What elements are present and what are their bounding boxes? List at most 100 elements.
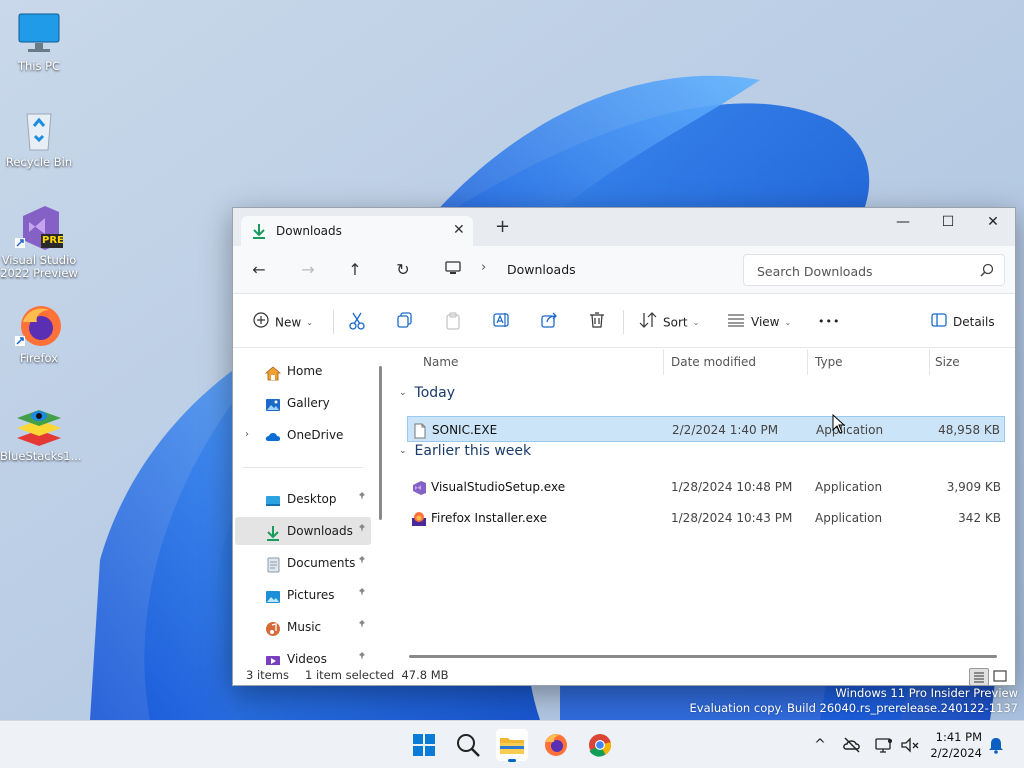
status-bar: 3 items 1 item selected 47.8 MB [233,665,1015,686]
new-tab-button[interactable]: + [495,218,510,236]
maximize-button[interactable]: ☐ [925,208,971,238]
item-count: 3 items [246,668,289,682]
file-type: Application [815,480,883,494]
group-header-earlier-this-week[interactable]: ⌄ Earlier this week [399,443,531,459]
column-header-name[interactable]: Name [423,355,458,369]
column-divider[interactable] [663,349,664,375]
breadcrumb-chevron-icon[interactable]: › [481,260,486,275]
search-taskbar-button[interactable] [452,729,484,761]
start-button[interactable] [408,729,440,761]
sidebar-item-desktop[interactable]: Desktop [235,485,371,513]
cloud-offline-icon[interactable] [842,735,862,755]
large-icons-view-button[interactable] [991,668,1011,686]
sidebar-item-home[interactable]: Home [235,357,371,385]
sidebar-item-label: Home [287,364,323,378]
new-button[interactable]: New ⌄ [253,312,313,332]
copy-icon [397,312,413,334]
desktop-icon-label: Visual Studio 2022 Preview [0,253,78,280]
this-pc-icon[interactable] [445,261,461,275]
file-explorer-taskbar-button[interactable] [496,729,528,762]
horizontal-scrollbar[interactable] [409,655,997,658]
toolbar-divider [333,310,334,334]
sort-button[interactable]: Sort ⌄ [639,312,699,332]
firefox-taskbar-button[interactable] [540,729,572,761]
refresh-button[interactable]: ↻ [393,260,413,280]
table-row[interactable]: SONIC.EXE 2/2/2024 1:40 PM Application 4… [407,416,1005,442]
gallery-icon [265,395,281,411]
sidebar-item-music[interactable]: Music [235,613,371,641]
pin-icon [357,485,367,513]
network-icon[interactable] [874,735,894,755]
file-icon [412,422,428,439]
command-bar: New ⌄ Sort ⌄ View ⌄ ••• Details [233,294,1015,348]
notification-bell-icon[interactable] [986,735,1006,755]
sidebar-item-pictures[interactable]: Pictures [235,581,371,609]
desktop-icon-visual-studio[interactable]: PRE Visual Studio 2022 Preview [0,204,78,280]
cut-button[interactable] [349,312,371,332]
details-pane-button[interactable]: Details [931,312,995,332]
column-header-date[interactable]: Date modified [671,355,756,369]
view-button[interactable]: View ⌄ [727,312,791,332]
system-clock[interactable]: 1:41 PM 2/2/2024 [926,729,982,761]
paste-button[interactable] [445,312,467,332]
desktop-icon-bluestacks[interactable]: BlueStacks1... [0,400,82,463]
sidebar-item-downloads[interactable]: Downloads [235,517,371,545]
delete-button[interactable] [589,312,611,332]
desktop-icon-this-pc[interactable]: This PC [0,10,78,73]
chevron-up-icon[interactable]: ^ [810,735,830,755]
desktop-icon-label: Recycle Bin [5,155,73,169]
group-header-today[interactable]: ⌄ Today [399,385,455,401]
search-input[interactable]: Search Downloads [743,254,1005,286]
folder-icon [500,738,524,754]
column-header-size[interactable]: Size [935,355,960,369]
chrome-taskbar-button[interactable] [584,729,616,761]
sidebar-item-label: Videos [287,652,327,665]
file-type: Application [816,423,884,437]
table-row[interactable]: Firefox Installer.exe 1/28/2024 10:43 PM… [407,505,1005,531]
firefox-icon [545,734,567,756]
sidebar-item-gallery[interactable]: Gallery [235,389,371,417]
desktop-icon-firefox[interactable]: Firefox [0,302,78,365]
forward-button[interactable]: → [298,260,318,280]
active-indicator [508,759,516,762]
view-label: View [751,315,780,329]
sidebar-item-onedrive[interactable]: › OneDrive [235,421,371,449]
chevron-right-icon[interactable]: › [245,421,249,449]
file-size: 342 KB [958,511,1001,525]
pin-icon [357,645,367,665]
visual-studio-icon: PRE [15,204,64,252]
details-label: Details [953,315,995,329]
minimize-button[interactable]: — [880,208,926,238]
sidebar-item-videos[interactable]: Videos [235,645,371,665]
column-divider[interactable] [807,349,808,375]
sidebar-item-label: Gallery [287,396,330,410]
tab-title: Downloads [276,224,342,238]
desktop-icon-recycle-bin[interactable]: Recycle Bin [0,106,78,169]
search-icon [980,263,994,277]
column-header-type[interactable]: Type [815,355,843,369]
table-row[interactable]: VisualStudioSetup.exe 1/28/2024 10:48 PM… [407,474,1005,500]
close-button[interactable]: ✕ [970,208,1016,238]
share-button[interactable] [541,312,565,332]
breadcrumb-downloads[interactable]: Downloads [507,262,576,277]
trash-icon [589,312,605,334]
column-divider[interactable] [929,349,930,375]
copy-button[interactable] [397,312,419,332]
sort-icon [639,312,657,334]
sidebar-scrollbar[interactable] [379,366,382,520]
sort-label: Sort [663,315,688,330]
sidebar-item-label: Documents [287,556,356,570]
tab-close-icon[interactable]: ✕ [453,222,465,238]
selection-info: 1 item selected 47.8 MB [305,668,449,682]
title-bar[interactable]: Downloads ✕ + — ☐ ✕ [233,208,1015,246]
plus-circle-icon [253,312,269,334]
rename-button[interactable] [493,312,517,332]
sidebar-item-documents[interactable]: Documents [235,549,371,577]
details-view-button[interactable] [969,668,989,686]
scissors-icon [349,312,365,336]
volume-muted-icon[interactable] [900,735,920,755]
more-options-button[interactable]: ••• [818,312,840,332]
back-button[interactable]: ← [249,260,269,280]
up-button[interactable]: ↑ [345,260,365,280]
tab-downloads[interactable]: Downloads ✕ [241,216,473,246]
